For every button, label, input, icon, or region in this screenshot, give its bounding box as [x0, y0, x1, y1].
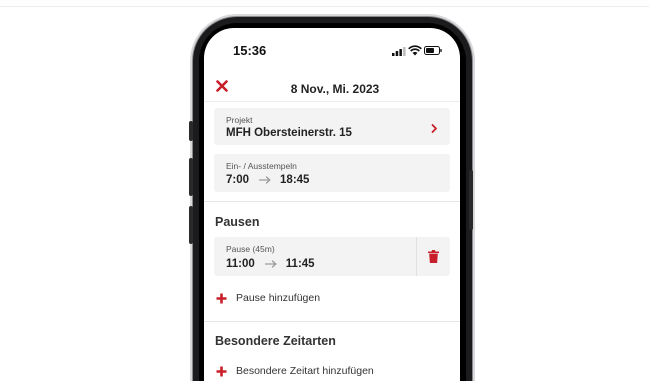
- arrow-right-icon: [259, 176, 271, 184]
- special-section-title: Besondere Zeitarten: [215, 334, 336, 348]
- project-value: MFH Obersteinerstr. 15: [226, 127, 352, 139]
- trash-icon: [428, 250, 439, 263]
- add-special-time-label: Besondere Zeitart hinzufügen: [236, 365, 374, 377]
- page-title: 8 Nov., Mi. 2023: [290, 82, 380, 96]
- add-break-label: Pause hinzufügen: [236, 292, 321, 304]
- add-special-time-button[interactable]: Besondere Zeitart hinzufügen: [216, 365, 374, 377]
- clock-in-out-card[interactable]: Ein- / Ausstempeln 7:00 18:45: [214, 154, 450, 192]
- break-end-time[interactable]: 11:45: [286, 258, 315, 270]
- arrow-right-icon: [264, 260, 277, 268]
- project-selector[interactable]: Projekt MFH Obersteinerstr. 15: [214, 108, 450, 145]
- clock-end-time[interactable]: 18:45: [280, 174, 309, 186]
- phone-mute-switch: [189, 121, 193, 141]
- clock-label: Ein- / Ausstempeln: [226, 161, 297, 171]
- app-header: 8 Nov., Mi. 2023: [204, 72, 460, 102]
- plus-icon: [216, 293, 227, 303]
- break-label: Pause (45m): [226, 244, 275, 254]
- app-screen: 15:36 8 Nov., Mi. 2023 Projekt MFH Obers…: [204, 28, 460, 381]
- phone-volume-up: [189, 158, 193, 196]
- phone-volume-down: [189, 206, 193, 244]
- delete-break-button[interactable]: [416, 237, 450, 276]
- clock-times: 7:00 18:45: [226, 174, 309, 186]
- battery-icon: [424, 46, 442, 55]
- break-start-time[interactable]: 11:00: [226, 258, 255, 270]
- section-divider: [204, 201, 460, 202]
- project-label: Projekt: [226, 115, 253, 125]
- break-item[interactable]: Pause (45m) 11:00 11:45: [214, 237, 450, 276]
- section-divider: [204, 321, 460, 322]
- phone-power-button: [469, 170, 473, 230]
- break-times: 11:00 11:45: [226, 258, 315, 270]
- wifi-icon: [408, 45, 422, 56]
- status-time: 15:36: [233, 43, 267, 58]
- plus-icon: [216, 366, 227, 376]
- top-divider: [0, 6, 649, 7]
- add-break-button[interactable]: Pause hinzufügen: [216, 292, 320, 304]
- breaks-section-title: Pausen: [215, 215, 260, 229]
- signal-icon: [392, 47, 406, 56]
- chevron-right-icon: [431, 124, 437, 133]
- status-bar: 15:36: [204, 28, 460, 72]
- clock-start-time[interactable]: 7:00: [226, 174, 249, 186]
